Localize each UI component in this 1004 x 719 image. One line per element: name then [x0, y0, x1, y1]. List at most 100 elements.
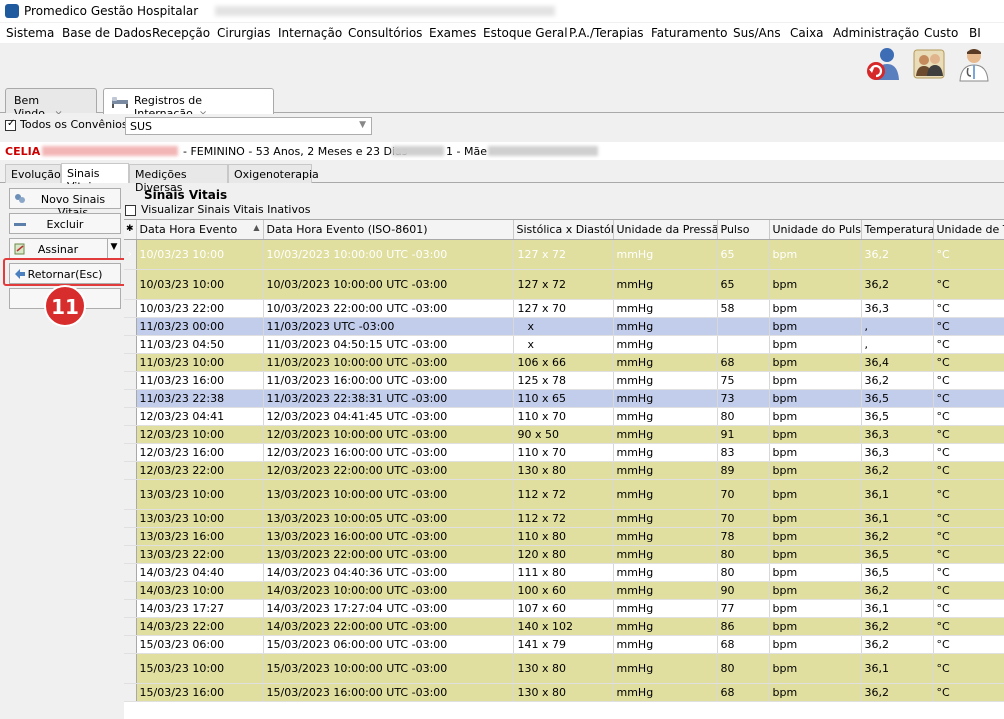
row-indicator[interactable]	[124, 425, 137, 444]
col-sistolica[interactable]: Sistólica x Diastólica	[513, 220, 614, 240]
tab-evolucao[interactable]: Evolução	[5, 164, 61, 183]
row-indicator[interactable]	[124, 335, 137, 354]
tab-registros-de-internacao[interactable]: Registros de Internação×	[103, 88, 274, 120]
row-indicator[interactable]	[124, 389, 137, 408]
convenio-select[interactable]: SUS ▼	[125, 117, 372, 135]
table-row[interactable]: 14/03/23 04:40 14/03/2023 04:40:36 UTC -0…	[124, 563, 1004, 582]
user-refresh-icon[interactable]	[866, 46, 900, 82]
table-row[interactable]: 13/03/23 22:00 13/03/2023 22:00:00 UTC -0…	[124, 545, 1004, 564]
todos-convenios-checkbox[interactable]	[5, 118, 16, 131]
menu-sistema[interactable]: Sistema	[6, 26, 54, 40]
col-pulso[interactable]: Pulso	[717, 220, 770, 240]
table-cell: mmHg	[613, 335, 718, 354]
menu-estoque-geral[interactable]: Estoque Geral	[483, 26, 568, 40]
table-cell: 80	[717, 407, 770, 426]
table-row[interactable]: 11/03/23 04:50 11/03/2023 04:50:15 UTC -0…	[124, 335, 1004, 354]
table-row[interactable]: 14/03/23 17:27 14/03/2023 17:27:04 UTC -0…	[124, 599, 1004, 618]
table-cell: mmHg	[613, 545, 718, 564]
table-row[interactable]: › 10/03/23 10:00 10/03/2023 10:00:00 UTC -…	[124, 239, 1004, 270]
menu-consultorios[interactable]: Consultórios	[348, 26, 422, 40]
table-row[interactable]: 12/03/23 10:00 12/03/2023 10:00:00 UTC -0…	[124, 425, 1004, 444]
table-row[interactable]: 14/03/23 22:00 14/03/2023 22:00:00 UTC -0…	[124, 617, 1004, 636]
row-indicator[interactable]	[124, 443, 137, 462]
table-row[interactable]: 12/03/23 22:00 12/03/2023 22:00:00 UTC -0…	[124, 461, 1004, 480]
tab-bem-vindo[interactable]: Bem Vindo.×	[5, 88, 97, 120]
table-row[interactable]: 13/03/23 10:00 13/03/2023 10:00:00 UTC -0…	[124, 479, 1004, 510]
menu-custo[interactable]: Custo	[924, 26, 958, 40]
row-indicator[interactable]	[124, 461, 137, 480]
row-indicator[interactable]: ›	[124, 239, 137, 270]
assinar-button[interactable]: Assinar ▼	[9, 238, 121, 259]
table-cell: mmHg	[613, 317, 718, 336]
row-indicator[interactable]	[124, 617, 137, 636]
excluir-button[interactable]: Excluir	[9, 213, 121, 234]
row-indicator[interactable]	[124, 479, 137, 510]
tab-medicoes-diversas[interactable]: Medições Diversas	[129, 164, 228, 194]
row-indicator[interactable]	[124, 635, 137, 654]
assinar-dropdown-icon[interactable]: ▼	[107, 239, 120, 258]
menu-exames[interactable]: Exames	[429, 26, 476, 40]
table-row[interactable]: 13/03/23 16:00 13/03/2023 16:00:00 UTC -0…	[124, 527, 1004, 546]
row-indicator[interactable]	[124, 563, 137, 582]
row-indicator[interactable]	[124, 683, 137, 702]
table-cell: 15/03/2023 16:00:00 UTC -03:00	[263, 683, 514, 702]
users-group-icon[interactable]	[912, 46, 946, 82]
table-cell	[717, 335, 770, 354]
inativos-checkbox[interactable]	[125, 205, 136, 216]
col-iso[interactable]: Data Hora Evento (ISO-8601)	[263, 220, 514, 240]
menu-pa-terapias[interactable]: P.A./Terapias	[569, 26, 644, 40]
table-row[interactable]: 15/03/23 16:00 15/03/2023 16:00:00 UTC -0…	[124, 683, 1004, 702]
table-row[interactable]: 15/03/23 10:00 15/03/2023 10:00:00 UTC -0…	[124, 653, 1004, 684]
row-indicator[interactable]	[124, 317, 137, 336]
menu-faturamento[interactable]: Faturamento	[651, 26, 727, 40]
menu-internacao[interactable]: Internação	[278, 26, 342, 40]
table-cell: 13/03/2023 10:00:00 UTC -03:00	[263, 479, 514, 510]
tab-oxigenoterapia[interactable]: Oxigenoterapia	[228, 164, 319, 183]
table-row[interactable]: 15/03/23 06:00 15/03/2023 06:00:00 UTC -0…	[124, 635, 1004, 654]
row-indicator[interactable]	[124, 353, 137, 372]
table-row[interactable]: 11/03/23 16:00 11/03/2023 16:00:00 UTC -0…	[124, 371, 1004, 390]
row-indicator[interactable]	[124, 581, 137, 600]
table-row[interactable]: 11/03/23 00:00 11/03/2023 UTC -03:00 x mmHg…	[124, 317, 1004, 336]
table-cell: 14/03/23 22:00	[136, 617, 264, 636]
col-temperatura[interactable]: Temperatura	[861, 220, 934, 240]
tab-sinais-vitais[interactable]: Sinais Vitais	[61, 163, 129, 193]
menu-recepcao[interactable]: Recepção	[152, 26, 210, 40]
row-indicator[interactable]	[124, 269, 137, 300]
table-cell: °C	[933, 635, 1004, 654]
table-row[interactable]: 12/03/23 04:41 12/03/2023 04:41:45 UTC -0…	[124, 407, 1004, 426]
table-row[interactable]: 11/03/23 10:00 11/03/2023 10:00:00 UTC -0…	[124, 353, 1004, 372]
menu-cirurgias[interactable]: Cirurgias	[217, 26, 271, 40]
table-cell: 12/03/2023 22:00:00 UTC -03:00	[263, 461, 514, 480]
table-cell: mmHg	[613, 443, 718, 462]
table-cell: 130 x 80	[513, 461, 614, 480]
col-unidade-pulso[interactable]: Unidade do Pulso	[769, 220, 862, 240]
row-indicator[interactable]	[124, 599, 137, 618]
col-unidade-temp[interactable]: Unidade de Te	[933, 220, 1004, 240]
menu-administracao[interactable]: Administração	[833, 26, 919, 40]
row-indicator[interactable]	[124, 545, 137, 564]
row-indicator[interactable]	[124, 407, 137, 426]
menu-bi[interactable]: BI	[969, 26, 981, 40]
col-data-hora[interactable]: Data Hora Evento ▲	[136, 220, 264, 240]
novo-sinais-vitais-button[interactable]: Novo Sinais Vitais	[9, 188, 121, 219]
table-row[interactable]: 12/03/23 16:00 12/03/2023 16:00:00 UTC -0…	[124, 443, 1004, 462]
menu-caixa[interactable]: Caixa	[790, 26, 824, 40]
row-indicator[interactable]	[124, 527, 137, 546]
table-row[interactable]: 13/03/23 10:00 13/03/2023 10:00:05 UTC -0…	[124, 509, 1004, 528]
menu-base-de-dados[interactable]: Base de Dados	[62, 26, 152, 40]
row-indicator[interactable]	[124, 509, 137, 528]
table-row[interactable]: 11/03/23 22:38 11/03/2023 22:38:31 UTC -0…	[124, 389, 1004, 408]
menu-sus-ans[interactable]: Sus/Ans	[733, 26, 781, 40]
table-cell: mmHg	[613, 527, 718, 546]
doctor-icon[interactable]	[957, 46, 991, 82]
table-cell: 36,5	[861, 389, 934, 408]
row-indicator[interactable]	[124, 371, 137, 390]
table-row[interactable]: 14/03/23 10:00 14/03/2023 10:00:00 UTC -0…	[124, 581, 1004, 600]
col-unidade-pressao[interactable]: Unidade da Pressão	[613, 220, 718, 240]
row-indicator[interactable]	[124, 653, 137, 684]
table-row[interactable]: 10/03/23 10:00 10/03/2023 10:00:00 UTC -0…	[124, 269, 1004, 300]
table-cell: 141 x 79	[513, 635, 614, 654]
row-indicator[interactable]	[124, 299, 137, 318]
table-row[interactable]: 10/03/23 22:00 10/03/2023 22:00:00 UTC -0…	[124, 299, 1004, 318]
